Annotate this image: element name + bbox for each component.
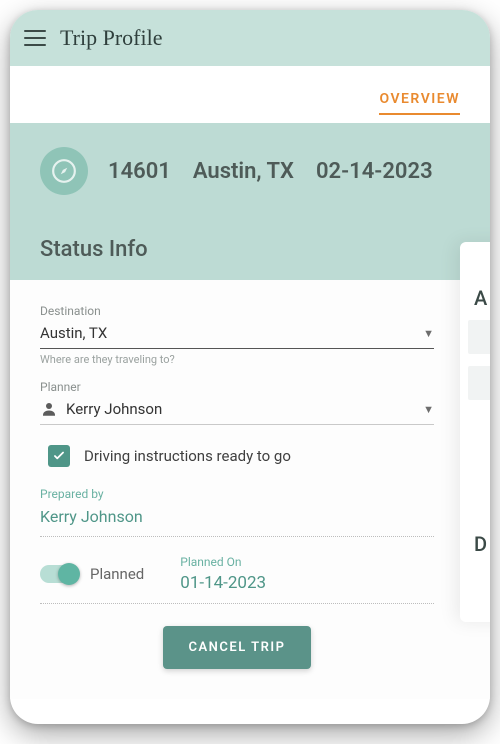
status-section-title: Status Info — [40, 237, 472, 262]
compass-icon — [40, 147, 88, 195]
side-letter-a: A — [474, 286, 487, 310]
destination-value: Austin, TX — [40, 324, 423, 342]
status-form: Destination Austin, TX ▼ Where are they … — [10, 280, 490, 699]
planner-label: Planner — [40, 380, 434, 394]
checkbox-checked-icon[interactable] — [48, 445, 70, 467]
trip-date-hero: 02-14-2023 — [316, 159, 433, 184]
prepared-by-label: Prepared by — [40, 487, 434, 501]
planner-field: Planner Kerry Johnson ▼ — [40, 380, 434, 425]
hero-banner: 14601 Austin, TX 02-14-2023 Status Info — [10, 123, 490, 280]
chevron-down-icon: ▼ — [423, 403, 434, 416]
tab-bar: OVERVIEW — [10, 66, 490, 123]
page-title: Trip Profile — [60, 25, 162, 51]
cancel-trip-button[interactable]: CANCEL TRIP — [163, 626, 312, 669]
planned-on-value: 01-14-2023 — [180, 573, 266, 593]
planned-row: Planned Planned On 01-14-2023 — [40, 537, 434, 604]
planned-on-label: Planned On — [180, 555, 266, 569]
side-panel: A D — [460, 242, 490, 622]
side-placeholder — [468, 320, 490, 354]
prepared-by-value: Kerry Johnson — [40, 507, 434, 526]
planner-select[interactable]: Kerry Johnson ▼ — [40, 396, 434, 425]
chevron-down-icon: ▼ — [423, 327, 434, 340]
planner-value: Kerry Johnson — [66, 400, 423, 418]
person-icon — [40, 400, 58, 418]
top-bar: Trip Profile — [10, 10, 490, 66]
destination-field: Destination Austin, TX ▼ Where are they … — [40, 304, 434, 366]
side-placeholder — [468, 366, 490, 400]
tab-overview[interactable]: OVERVIEW — [379, 91, 460, 115]
trip-destination-hero: Austin, TX — [193, 159, 294, 184]
destination-help: Where are they traveling to? — [40, 353, 434, 366]
prepared-by-field: Prepared by Kerry Johnson — [40, 487, 434, 537]
menu-icon[interactable] — [24, 30, 46, 46]
destination-select[interactable]: Austin, TX ▼ — [40, 320, 434, 349]
driving-ready-row[interactable]: Driving instructions ready to go — [40, 431, 434, 479]
driving-ready-label: Driving instructions ready to go — [84, 447, 291, 465]
planned-toggle[interactable] — [40, 565, 78, 583]
destination-label: Destination — [40, 304, 434, 318]
side-letter-d: D — [474, 532, 487, 556]
trip-id: 14601 — [108, 159, 171, 184]
planned-toggle-label: Planned — [90, 565, 144, 583]
